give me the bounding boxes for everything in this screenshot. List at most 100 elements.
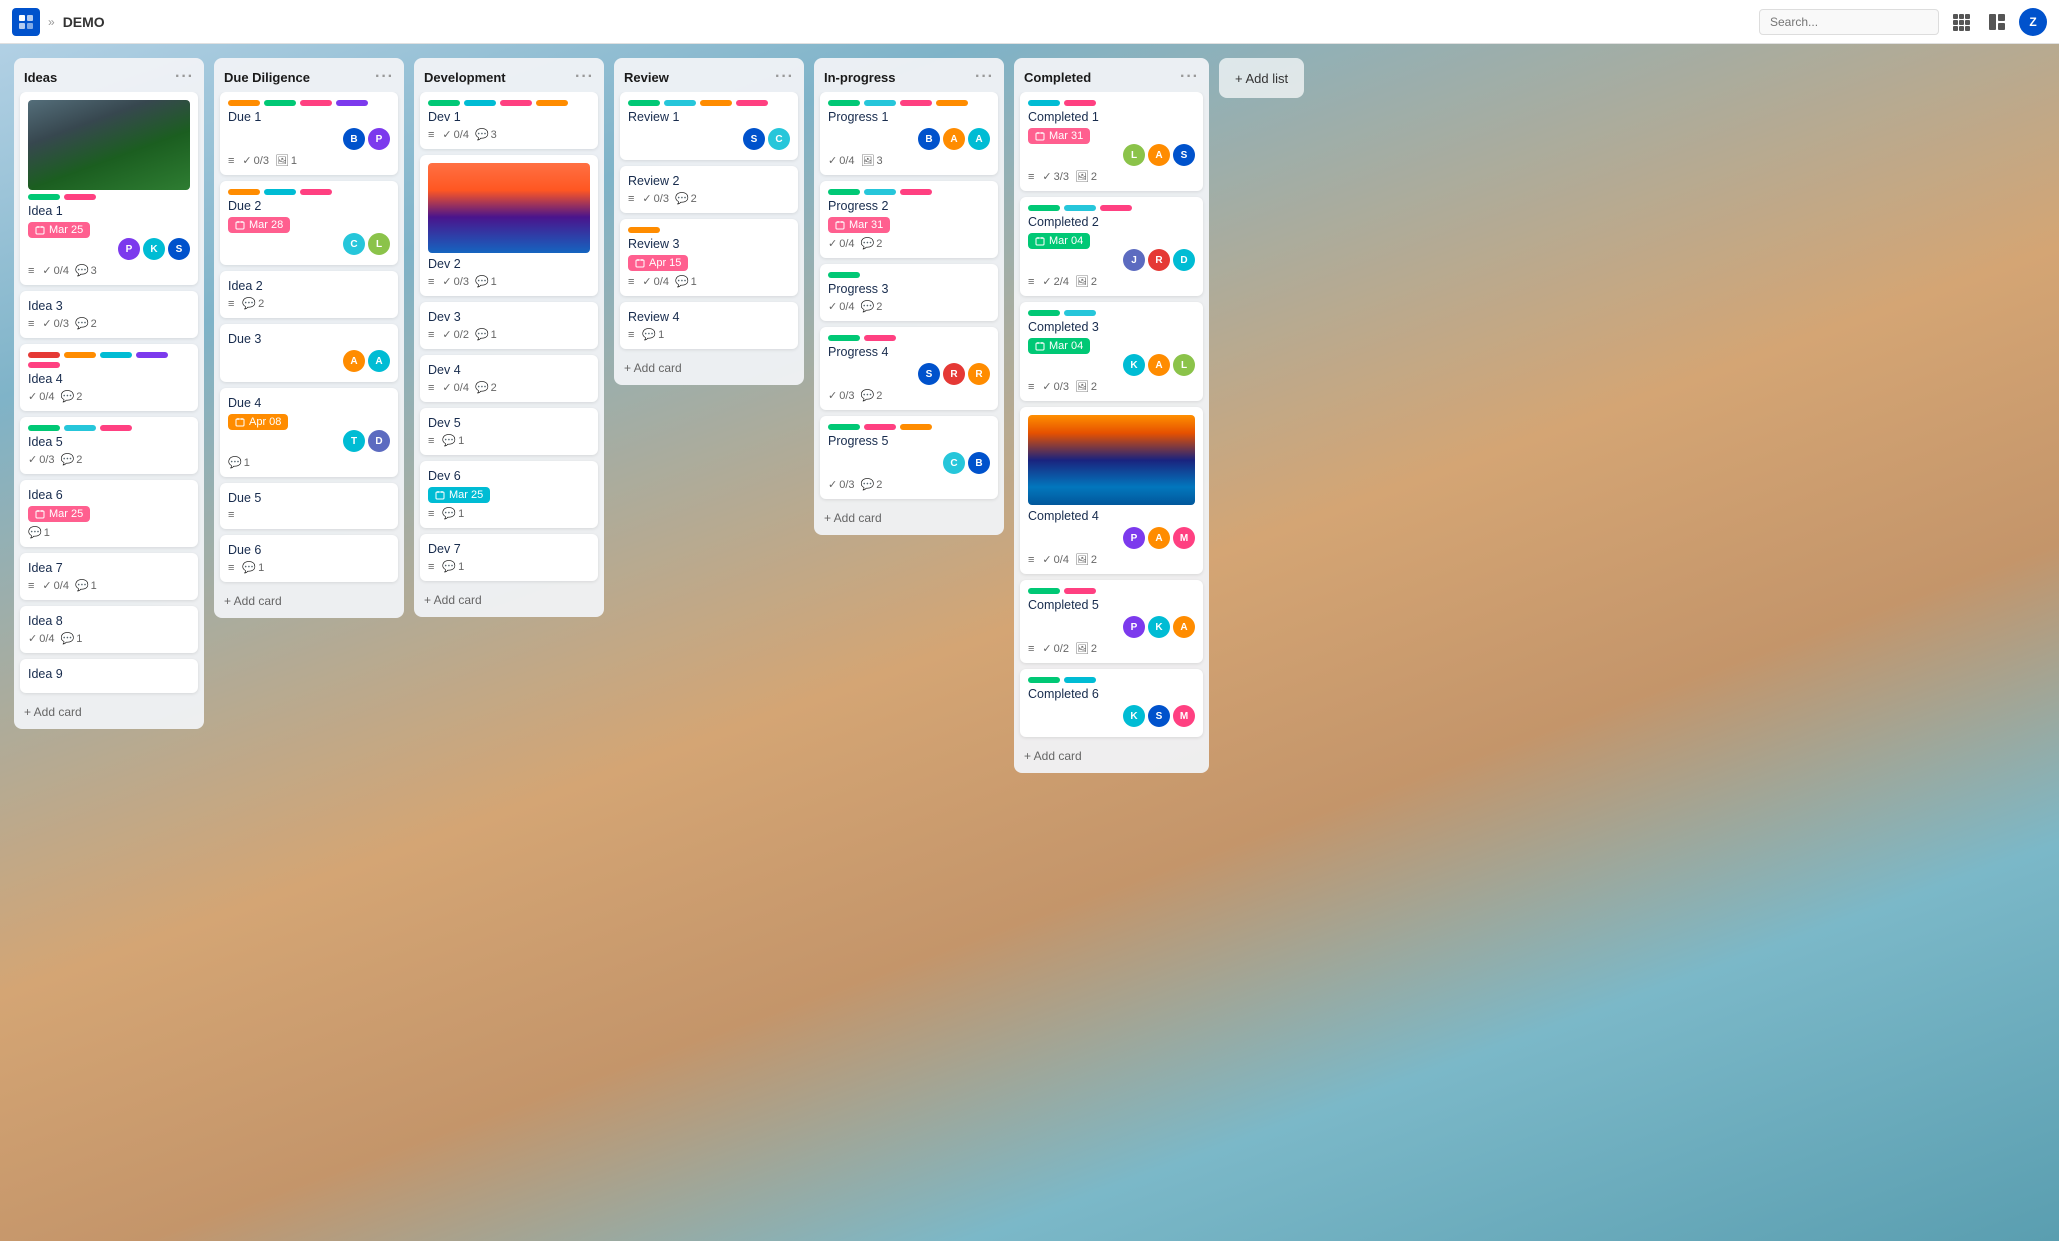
date-badge-dev6[interactable]: Mar 25 [428,487,490,503]
avatar[interactable]: R [968,363,990,385]
add-card-ideas[interactable]: + Add card [14,699,204,729]
card-dev6[interactable]: Dev 6 Mar 25≡💬1 [420,461,598,528]
avatar[interactable]: A [1148,354,1170,376]
date-badge-completed3[interactable]: Mar 04 [1028,338,1090,354]
card-due3[interactable]: Due 3AA [220,324,398,382]
card-idea5[interactable]: Idea 5✓0/3💬2 [20,417,198,474]
card-idea9[interactable]: Idea 9 [20,659,198,693]
list-menu-review[interactable]: ··· [775,68,794,86]
avatar[interactable]: K [1123,705,1145,727]
card-review3[interactable]: Review 3 Apr 15≡✓0/4💬1 [620,219,798,296]
card-completed5[interactable]: Completed 5PKA≡✓0/2🖼2 [1020,580,1203,663]
avatar[interactable]: L [1123,144,1145,166]
card-progress3[interactable]: Progress 3✓0/4💬2 [820,264,998,321]
avatar[interactable]: S [1148,705,1170,727]
card-dev1[interactable]: Dev 1≡✓0/4💬3 [420,92,598,149]
list-menu-development[interactable]: ··· [575,68,594,86]
card-due2[interactable]: Due 2 Mar 28CL [220,181,398,265]
add-card-in-progress[interactable]: + Add card [814,505,1004,535]
card-progress1[interactable]: Progress 1BAA✓0/4🖼3 [820,92,998,175]
avatar[interactable]: K [143,238,165,260]
avatar[interactable]: A [943,128,965,150]
avatar[interactable]: S [1173,144,1195,166]
card-review4[interactable]: Review 4≡💬1 [620,302,798,349]
grid-view-icon[interactable] [1947,8,1975,36]
card-idea8[interactable]: Idea 8✓0/4💬1 [20,606,198,653]
date-badge-completed1[interactable]: Mar 31 [1028,128,1090,144]
avatar[interactable]: B [968,452,990,474]
avatar[interactable]: C [768,128,790,150]
card-idea2-dd[interactable]: Idea 2≡💬2 [220,271,398,318]
add-list-button[interactable]: + Add list [1219,58,1304,98]
card-completed6[interactable]: Completed 6KSM [1020,669,1203,737]
card-due6[interactable]: Due 6≡💬1 [220,535,398,582]
card-completed1[interactable]: Completed 1 Mar 31LAS≡✓3/3🖼2 [1020,92,1203,191]
list-menu-in-progress[interactable]: ··· [975,68,994,86]
card-dev4[interactable]: Dev 4≡✓0/4💬2 [420,355,598,402]
add-card-review[interactable]: + Add card [614,355,804,385]
avatar[interactable]: A [1173,616,1195,638]
card-review2[interactable]: Review 2≡✓0/3💬2 [620,166,798,213]
avatar[interactable]: L [368,233,390,255]
card-completed4[interactable]: Completed 4PAM≡✓0/4🖼2 [1020,407,1203,574]
card-progress5[interactable]: Progress 5CB✓0/3💬2 [820,416,998,499]
avatar[interactable]: S [918,363,940,385]
avatar[interactable]: A [1148,144,1170,166]
list-menu-completed[interactable]: ··· [1180,68,1199,86]
avatar[interactable]: K [1123,354,1145,376]
avatar[interactable]: S [168,238,190,260]
avatar[interactable]: S [743,128,765,150]
card-completed3[interactable]: Completed 3 Mar 04KAL≡✓0/3🖼2 [1020,302,1203,401]
card-progress2[interactable]: Progress 2 Mar 31✓0/4💬2 [820,181,998,258]
card-idea7[interactable]: Idea 7≡✓0/4💬1 [20,553,198,600]
card-due1[interactable]: Due 1BP≡✓0/3🖼1 [220,92,398,175]
avatar[interactable]: P [118,238,140,260]
avatar[interactable]: K [1148,616,1170,638]
avatar[interactable]: C [343,233,365,255]
card-idea3[interactable]: Idea 3≡✓0/3💬2 [20,291,198,338]
avatar[interactable]: P [1123,527,1145,549]
list-menu-ideas[interactable]: ··· [175,68,194,86]
avatar[interactable]: C [943,452,965,474]
card-dev2[interactable]: Dev 2≡✓0/3💬1 [420,155,598,296]
card-idea6[interactable]: Idea 6 Mar 25💬1 [20,480,198,547]
date-badge-due4[interactable]: Apr 08 [228,414,288,430]
avatar[interactable]: J [1123,249,1145,271]
avatar[interactable]: A [1148,527,1170,549]
avatar[interactable]: R [1148,249,1170,271]
avatar[interactable]: D [1173,249,1195,271]
card-idea1[interactable]: Idea 1 Mar 25PKS≡✓0/4💬3 [20,92,198,285]
avatar[interactable]: L [1173,354,1195,376]
date-badge-idea1[interactable]: Mar 25 [28,222,90,238]
date-badge-due2[interactable]: Mar 28 [228,217,290,233]
card-progress4[interactable]: Progress 4SRR✓0/3💬2 [820,327,998,410]
date-badge-idea6[interactable]: Mar 25 [28,506,90,522]
add-card-development[interactable]: + Add card [414,587,604,617]
add-card-completed[interactable]: + Add card [1014,743,1209,773]
card-completed2[interactable]: Completed 2 Mar 04JRD≡✓2/4🖼2 [1020,197,1203,296]
card-dev3[interactable]: Dev 3≡✓0/2💬1 [420,302,598,349]
card-dev5[interactable]: Dev 5≡💬1 [420,408,598,455]
avatar[interactable]: R [943,363,965,385]
avatar[interactable]: P [368,128,390,150]
date-badge-review3[interactable]: Apr 15 [628,255,688,271]
date-badge-completed2[interactable]: Mar 04 [1028,233,1090,249]
card-dev7[interactable]: Dev 7≡💬1 [420,534,598,581]
layout-icon[interactable] [1983,8,2011,36]
avatar[interactable]: A [968,128,990,150]
card-due5[interactable]: Due 5≡ [220,483,398,529]
add-card-due-diligence[interactable]: + Add card [214,588,404,618]
list-menu-due-diligence[interactable]: ··· [375,68,394,86]
avatar[interactable]: M [1173,527,1195,549]
avatar[interactable]: D [368,430,390,452]
avatar[interactable]: T [343,430,365,452]
avatar[interactable]: A [343,350,365,372]
avatar[interactable]: P [1123,616,1145,638]
search-input[interactable] [1759,9,1939,35]
card-review1[interactable]: Review 1SC [620,92,798,160]
user-avatar[interactable]: Z [2019,8,2047,36]
avatar[interactable]: B [918,128,940,150]
card-idea4[interactable]: Idea 4✓0/4💬2 [20,344,198,411]
app-logo[interactable] [12,8,40,36]
card-due4[interactable]: Due 4 Apr 08TD💬1 [220,388,398,477]
